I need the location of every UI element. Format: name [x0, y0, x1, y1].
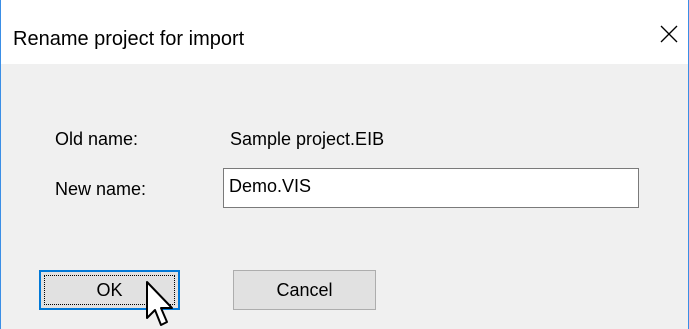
cancel-button[interactable]: Cancel: [233, 270, 376, 310]
cancel-button-label: Cancel: [276, 280, 333, 300]
dialog-title: Rename project for import: [13, 28, 245, 50]
rename-project-dialog: Rename project for import Old name: Samp…: [0, 0, 689, 329]
new-name-label: New name:: [55, 179, 147, 199]
old-name-value: Sample project.EIB: [230, 129, 385, 149]
ok-button-label: OK: [96, 280, 123, 300]
title-bar: Rename project for import: [1, 0, 688, 64]
ok-button[interactable]: OK: [39, 270, 180, 310]
close-icon: [660, 25, 678, 43]
old-name-label: Old name:: [55, 129, 139, 149]
close-button[interactable]: [648, 18, 688, 52]
new-name-input[interactable]: [223, 168, 639, 208]
